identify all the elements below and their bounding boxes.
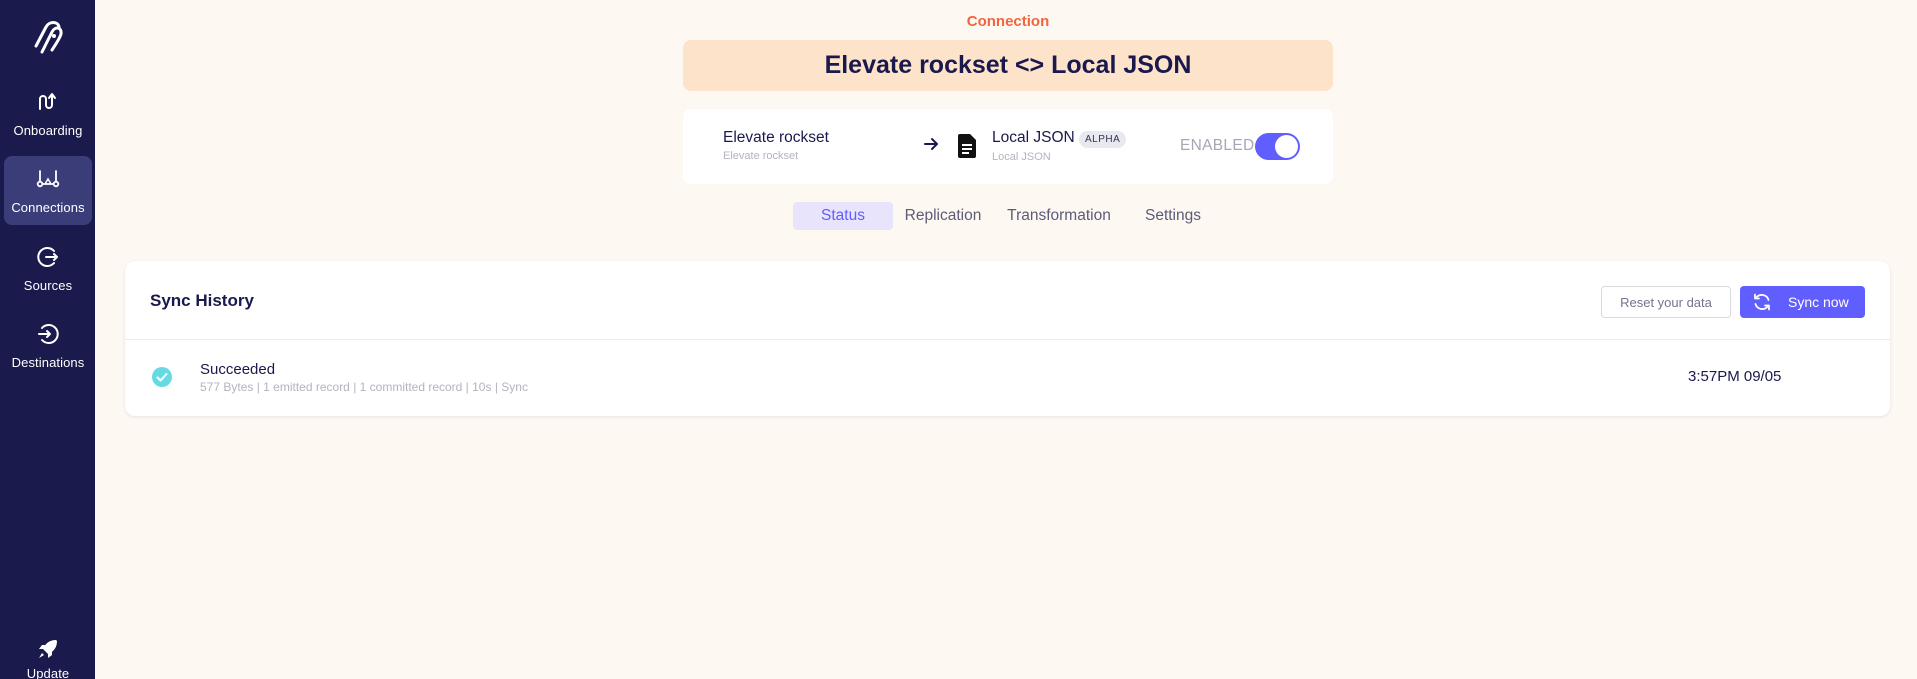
sync-timestamp: 3:57PM 09/05 [1688,368,1782,385]
check-circle-icon [152,367,172,387]
sync-now-button[interactable]: Sync now [1740,286,1865,318]
sync-icon [1752,292,1772,312]
tab-status[interactable]: Status [793,202,893,230]
destination-name[interactable]: Local JSON [992,129,1075,147]
sidebar-item-label: Connections [11,200,85,215]
sidebar-item-destinations[interactable]: Destinations [4,311,92,380]
source-subtitle: Elevate rockset [723,150,799,162]
sync-history-title: Sync History [150,291,254,310]
sync-details: 577 Bytes | 1 emitted record | 1 committ… [200,380,528,394]
sync-now-label: Sync now [1788,294,1849,310]
tab-settings[interactable]: Settings [1136,202,1210,230]
connection-summary-card: Elevate rockset Elevate rockset Local JS… [683,109,1333,184]
reset-data-button[interactable]: Reset your data [1601,286,1731,318]
enabled-label: ENABLED [1180,137,1255,154]
sidebar-item-sources[interactable]: Sources [4,234,92,303]
page-title-banner: Elevate rockset <> Local JSON [683,40,1333,91]
toggle-knob [1275,135,1298,158]
sidebar-item-onboarding[interactable]: Onboarding [4,79,92,148]
sync-history-card: Sync History Reset your data Sync now Su… [125,261,1890,416]
destination-subtitle: Local JSON [992,151,1051,163]
airbyte-logo-icon[interactable] [28,18,68,58]
tab-transformation[interactable]: Transformation [1000,202,1118,230]
tab-replication[interactable]: Replication [897,202,989,230]
destinations-icon [35,321,61,347]
page-title: Elevate rockset <> Local JSON [824,51,1192,79]
rocket-icon [35,636,61,662]
sources-icon [35,244,61,270]
onboarding-icon [35,89,61,115]
connections-icon [35,166,61,192]
sync-status: Succeeded [200,361,276,378]
document-icon [956,133,978,159]
section-label: Connection [966,13,1050,30]
sidebar-item-label: Update [26,666,70,679]
divider [125,339,1890,340]
sidebar-item-label: Sources [23,278,73,293]
sidebar-item-label: Destinations [11,355,85,370]
source-name[interactable]: Elevate rockset [723,129,829,147]
sidebar-item-label: Onboarding [13,123,83,138]
sidebar: Onboarding Connections Sources Destinati… [0,0,95,679]
enabled-toggle[interactable] [1255,133,1300,160]
release-stage-badge: ALPHA [1079,131,1127,148]
arrow-right-icon [923,136,939,152]
sidebar-item-connections[interactable]: Connections [4,156,92,225]
sidebar-item-update[interactable]: Update [4,628,92,679]
